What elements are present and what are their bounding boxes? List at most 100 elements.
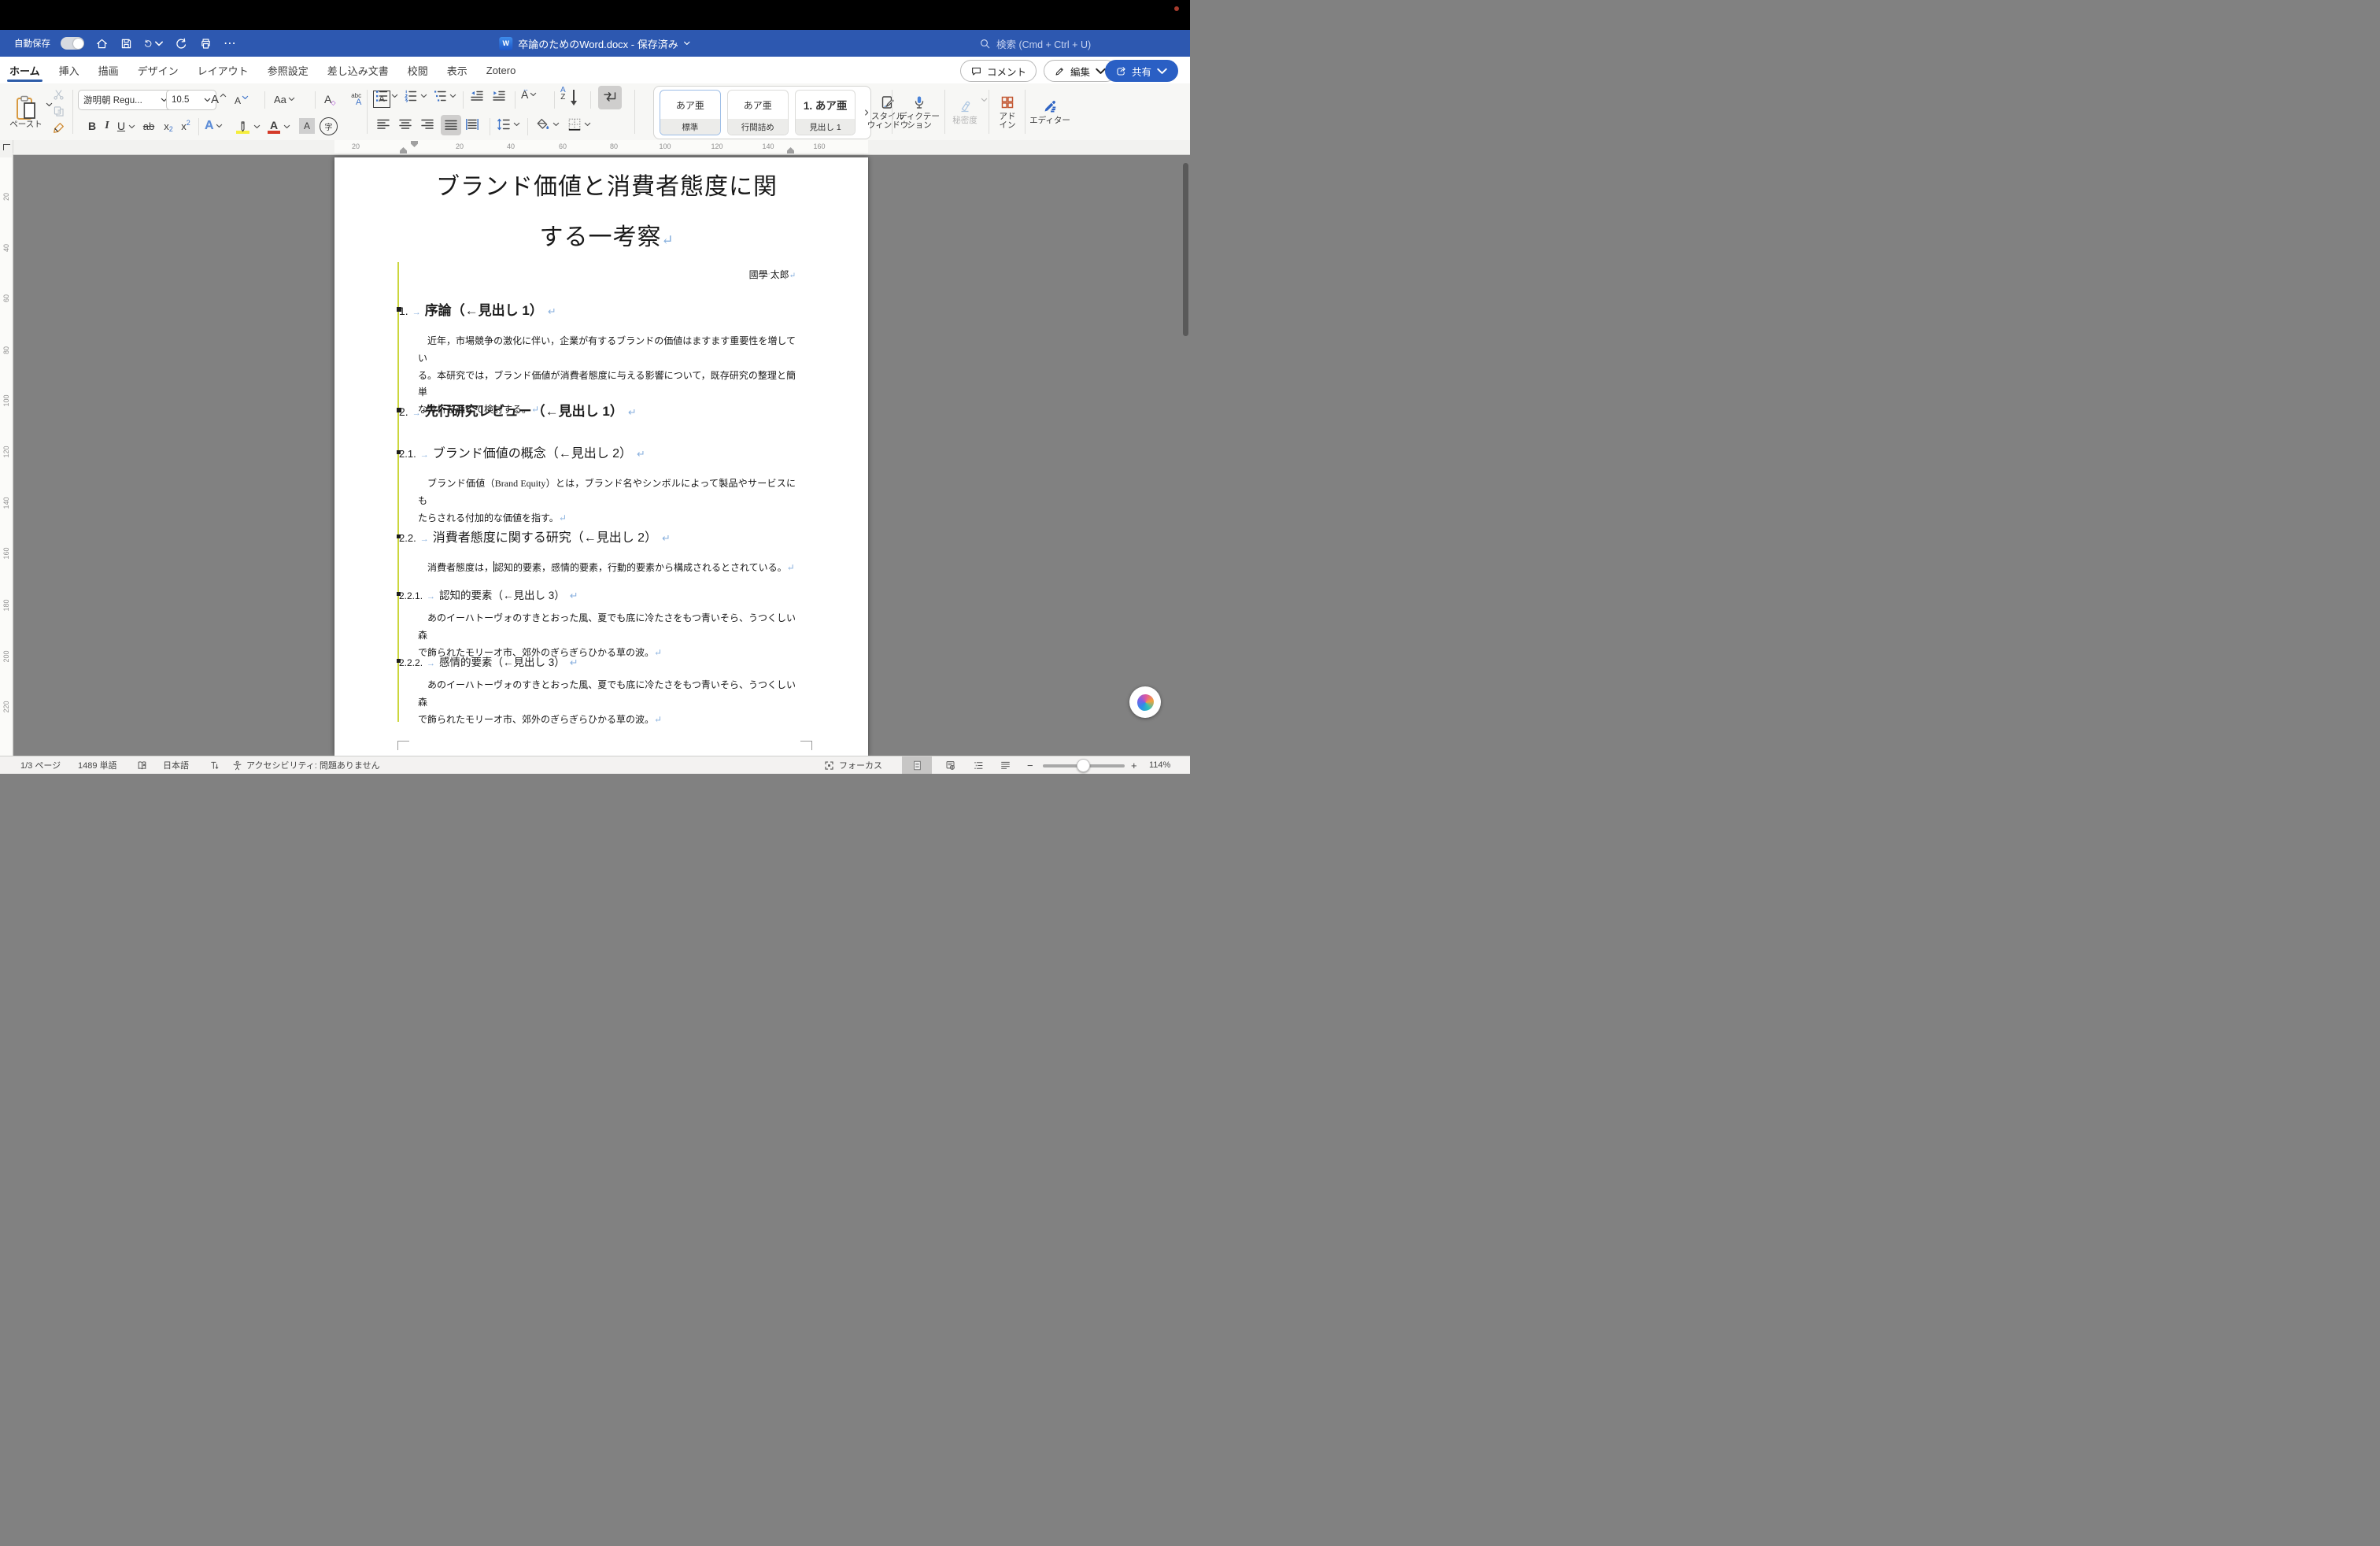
text-effects-button[interactable]: A [205,117,223,135]
underline-button[interactable]: U [115,117,128,135]
heading-3-1[interactable]: 2.2.1.→認知的要素（←見出し 3）↵ [399,586,578,602]
paste-button[interactable]: ペースト [6,87,46,137]
font-size-select[interactable]: 10.5 [166,90,216,110]
justify-button[interactable] [441,115,461,135]
distribute-text-button[interactable] [464,117,480,132]
doc-title-line2[interactable]: する一考察↵ [418,217,796,252]
tab-references[interactable]: 参照設定 [268,57,309,83]
focus-label[interactable]: フォーカス [839,756,882,774]
tab-home[interactable]: ホーム [9,57,40,83]
heading-1-2[interactable]: 2.→先行研究レビュー（←見出し 1）↵ [399,400,637,420]
format-painter-button[interactable] [52,121,65,135]
decrease-indent-button[interactable] [469,88,485,104]
cut-button[interactable] [52,88,65,102]
accessibility-icon[interactable] [231,756,243,774]
dictation-button[interactable]: ディクテーション [896,87,943,137]
font-color-dropdown-chevron[interactable] [283,124,290,129]
autosave-toggle[interactable] [61,37,84,50]
zoom-percentage[interactable]: 114% [1149,756,1170,774]
view-outline-button[interactable] [966,756,990,774]
align-left-button[interactable] [375,117,391,132]
heading-1-1[interactable]: 1.→序論（←見出し 1）↵ [399,299,556,319]
search-box[interactable]: 検索 (Cmd + Ctrl + U) [979,30,1091,57]
character-shading-button[interactable]: A [299,118,315,134]
focus-icon[interactable] [823,756,835,774]
shading-button[interactable] [535,117,560,132]
document-page[interactable]: ブランド価値と消費者態度に関 する一考察↵ 國學·太郎↵ 1.→序論（←見出し … [334,157,868,756]
superscript-button[interactable]: x2 [178,117,194,135]
underline-dropdown-chevron[interactable] [128,124,135,129]
highlight-color-button[interactable] [236,115,249,137]
style-normal[interactable]: あア亜 標準 [660,90,721,135]
phonetic-guide-button[interactable]: abc A [351,88,361,110]
style-heading1[interactable]: 1. あア亜 見出し 1 [795,90,856,135]
align-right-button[interactable] [419,117,435,132]
change-case-button[interactable]: Aa [274,90,295,109]
language-status[interactable]: 日本語 [163,756,189,774]
highlight-dropdown-chevron[interactable] [253,124,261,129]
view-web-layout-button[interactable] [938,756,962,774]
tab-stop-selector[interactable] [0,140,13,153]
line-spacing-button[interactable] [496,117,520,132]
show-formatting-marks-button[interactable] [598,86,622,109]
strikethrough-button[interactable]: ab [140,117,157,135]
shrink-font-button[interactable]: A [235,91,249,110]
zoom-in-button[interactable]: + [1131,756,1137,774]
doc-title-line1[interactable]: ブランド価値と消費者態度に関 [418,167,796,202]
editor-button[interactable]: エディター [1028,87,1072,137]
align-center-button[interactable] [397,117,413,132]
multilevel-list-button[interactable] [432,88,456,104]
home-button[interactable] [94,36,109,50]
heading-2-2[interactable]: 2.2.→消費者態度に関する研究（←見出し 2）↵ [399,527,671,546]
tab-insert[interactable]: 挿入 [59,57,79,83]
zoom-slider-thumb[interactable] [1077,759,1090,772]
heading-2-1[interactable]: 2.1.→ブランド価値の概念（←見出し 2）↵ [399,442,645,461]
doc-author-line[interactable]: 國學·太郎↵ [418,268,796,281]
asian-layout-button[interactable]: A ↔ [521,88,537,101]
borders-button[interactable] [567,117,591,132]
tab-draw[interactable]: 描画 [98,57,119,83]
share-button[interactable]: 共有 [1105,60,1178,82]
zoom-out-button[interactable]: − [1027,756,1033,774]
tab-layout[interactable]: レイアウト [198,57,249,83]
font-name-select[interactable]: 游明朝 Regu... [78,90,173,110]
tab-view[interactable]: 表示 [447,57,468,83]
addins-button[interactable]: アドイン [992,87,1023,137]
text-direction-icon[interactable] [209,756,220,774]
paragraph[interactable]: ブランド価値（Brand Equity）とは，ブランド名やシンボルによって製品や… [418,475,796,527]
numbered-list-button[interactable] [403,88,427,104]
tab-design[interactable]: デザイン [138,57,179,83]
view-print-layout-button[interactable] [902,756,932,774]
print-button[interactable] [198,36,213,50]
comments-button[interactable]: コメント [960,60,1037,82]
tab-review[interactable]: 校閲 [408,57,428,83]
style-no-spacing[interactable]: あア亜 行間詰め [727,90,789,135]
clear-formatting-button[interactable]: A ◇ [324,90,336,109]
paragraph[interactable]: あのイーハトーヴォのすきとおった風、夏でも底に冷たさをもつ青いそら、うつくしい森… [418,677,796,728]
document-title-area[interactable]: W 卒論のためのWord.docx - 保存済み [499,30,690,57]
save-button[interactable] [119,36,133,50]
sensitivity-button[interactable]: 秘密度 [948,87,982,137]
copilot-button[interactable] [1129,686,1161,718]
enclose-character-button[interactable]: 字 [320,117,338,135]
view-draft-button[interactable] [993,756,1017,774]
copy-button[interactable] [52,105,65,118]
heading-3-2[interactable]: 2.2.2.→感情的要素（←見出し 3）↵ [399,653,578,669]
redo-button[interactable] [174,36,188,50]
sort-button[interactable]: A Z [560,87,566,101]
increase-indent-button[interactable] [491,88,507,104]
paragraph[interactable]: 消費者態度は，認知的要素，感情的要素，行動的要素から構成されるとされている。↵ [418,560,796,577]
italic-button[interactable]: I [101,117,113,135]
spellcheck-status-icon[interactable] [136,756,148,774]
page-count[interactable]: 1/3 ページ [20,756,61,774]
bold-button[interactable]: B [85,117,99,135]
bullet-list-button[interactable] [374,88,398,104]
undo-button[interactable] [143,36,164,50]
font-color-button[interactable]: A [268,115,280,137]
grow-font-button[interactable]: A [211,90,227,109]
tab-zotero[interactable]: Zotero [486,57,516,83]
accessibility-status[interactable]: アクセシビリティ: 問題ありません [246,756,380,774]
more-commands-button[interactable]: ⋯ [223,36,237,50]
tab-mailings[interactable]: 差し込み文書 [327,57,389,83]
subscript-button[interactable]: x2 [161,117,176,135]
